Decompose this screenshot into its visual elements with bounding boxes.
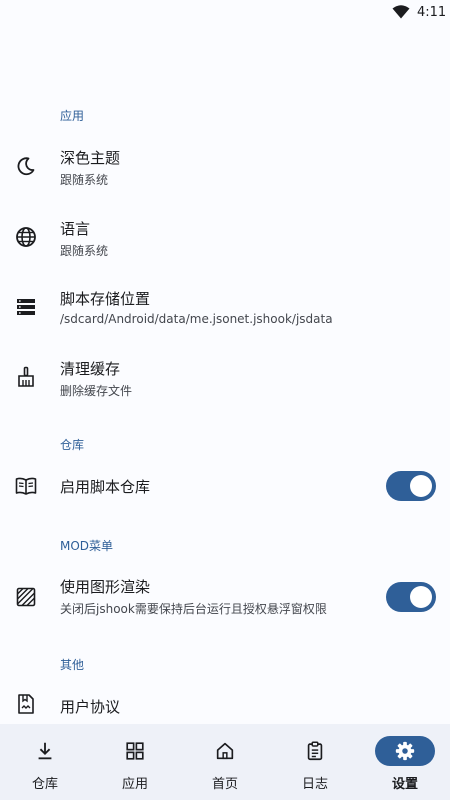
user-agreement-item[interactable]: 用户协议	[0, 684, 450, 724]
clear-cache-subtitle: 删除缓存文件	[60, 384, 133, 398]
section-header-repo: 仓库	[60, 438, 85, 452]
toggle-knob	[410, 586, 432, 608]
nav-label-home: 首页	[211, 777, 238, 792]
broom-icon	[18, 366, 34, 387]
user-agreement-title: 用户协议	[60, 698, 121, 716]
script-storage-title: 脚本存储位置	[60, 290, 151, 308]
graphic-render-subtitle: 关闭后jshook需要保持后台运行且授权悬浮窗权限	[60, 602, 327, 616]
graphic-render-item[interactable]: 使用图形渲染 关闭后jshook需要保持后台运行且授权悬浮窗权限	[0, 568, 450, 626]
nav-item-settings[interactable]: 设置	[360, 724, 450, 800]
script-storage-path: /sdcard/Android/data/me.jsonet.jshook/js…	[60, 312, 333, 326]
nav-item-repo[interactable]: 仓库	[0, 724, 90, 800]
dark-theme-item[interactable]: 深色主题 跟随系统	[0, 140, 450, 198]
nav-label-apps: 应用	[121, 777, 148, 792]
clear-cache-item[interactable]: 清理缓存 删除缓存文件	[0, 351, 450, 409]
texture-icon	[16, 587, 36, 607]
graphic-render-title: 使用图形渲染	[60, 578, 151, 596]
graphic-render-toggle[interactable]	[386, 582, 436, 612]
language-title: 语言	[60, 220, 91, 238]
nav-label-repo: 仓库	[31, 777, 58, 792]
apps-grid-icon	[126, 742, 144, 760]
agreement-icon	[18, 694, 34, 714]
section-header-other: 其他	[60, 658, 85, 672]
nav-item-home[interactable]: 首页	[180, 724, 270, 800]
moon-icon	[17, 157, 35, 176]
dark-theme-subtitle: 跟随系统	[60, 173, 109, 187]
nav-label-log: 日志	[301, 777, 328, 792]
enable-repo-item[interactable]: 启用脚本仓库	[0, 463, 450, 509]
nav-item-log[interactable]: 日志	[270, 724, 360, 800]
language-subtitle: 跟随系统	[60, 244, 109, 258]
clear-cache-title: 清理缓存	[60, 360, 121, 378]
storage-icon	[17, 299, 35, 315]
globe-icon	[16, 227, 36, 247]
script-storage-item[interactable]: 脚本存储位置 /sdcard/Android/data/me.jsonet.js…	[0, 281, 450, 339]
dark-theme-title: 深色主题	[60, 149, 121, 167]
enable-repo-title: 启用脚本仓库	[60, 478, 151, 496]
section-header-app: 应用	[60, 109, 85, 123]
gear-icon	[395, 741, 415, 761]
home-icon	[216, 742, 234, 760]
language-item[interactable]: 语言 跟随系统	[0, 211, 450, 269]
nav-item-apps[interactable]: 应用	[90, 724, 180, 800]
settings-list[interactable]: 应用 深色主题 跟随系统 语言 跟随系统 脚本存储位置 /sdcard/Andr…	[0, 0, 450, 724]
section-header-mod: MOD菜单	[60, 539, 114, 553]
nav-label-settings: 设置	[391, 777, 418, 792]
toggle-knob	[410, 475, 432, 497]
download-icon	[38, 742, 52, 760]
enable-repo-toggle[interactable]	[386, 471, 436, 501]
active-indicator	[375, 736, 435, 766]
bottom-navigation: 仓库 应用 首页 日志 设置	[0, 724, 450, 800]
clipboard-icon	[307, 741, 323, 761]
book-icon	[15, 477, 37, 495]
